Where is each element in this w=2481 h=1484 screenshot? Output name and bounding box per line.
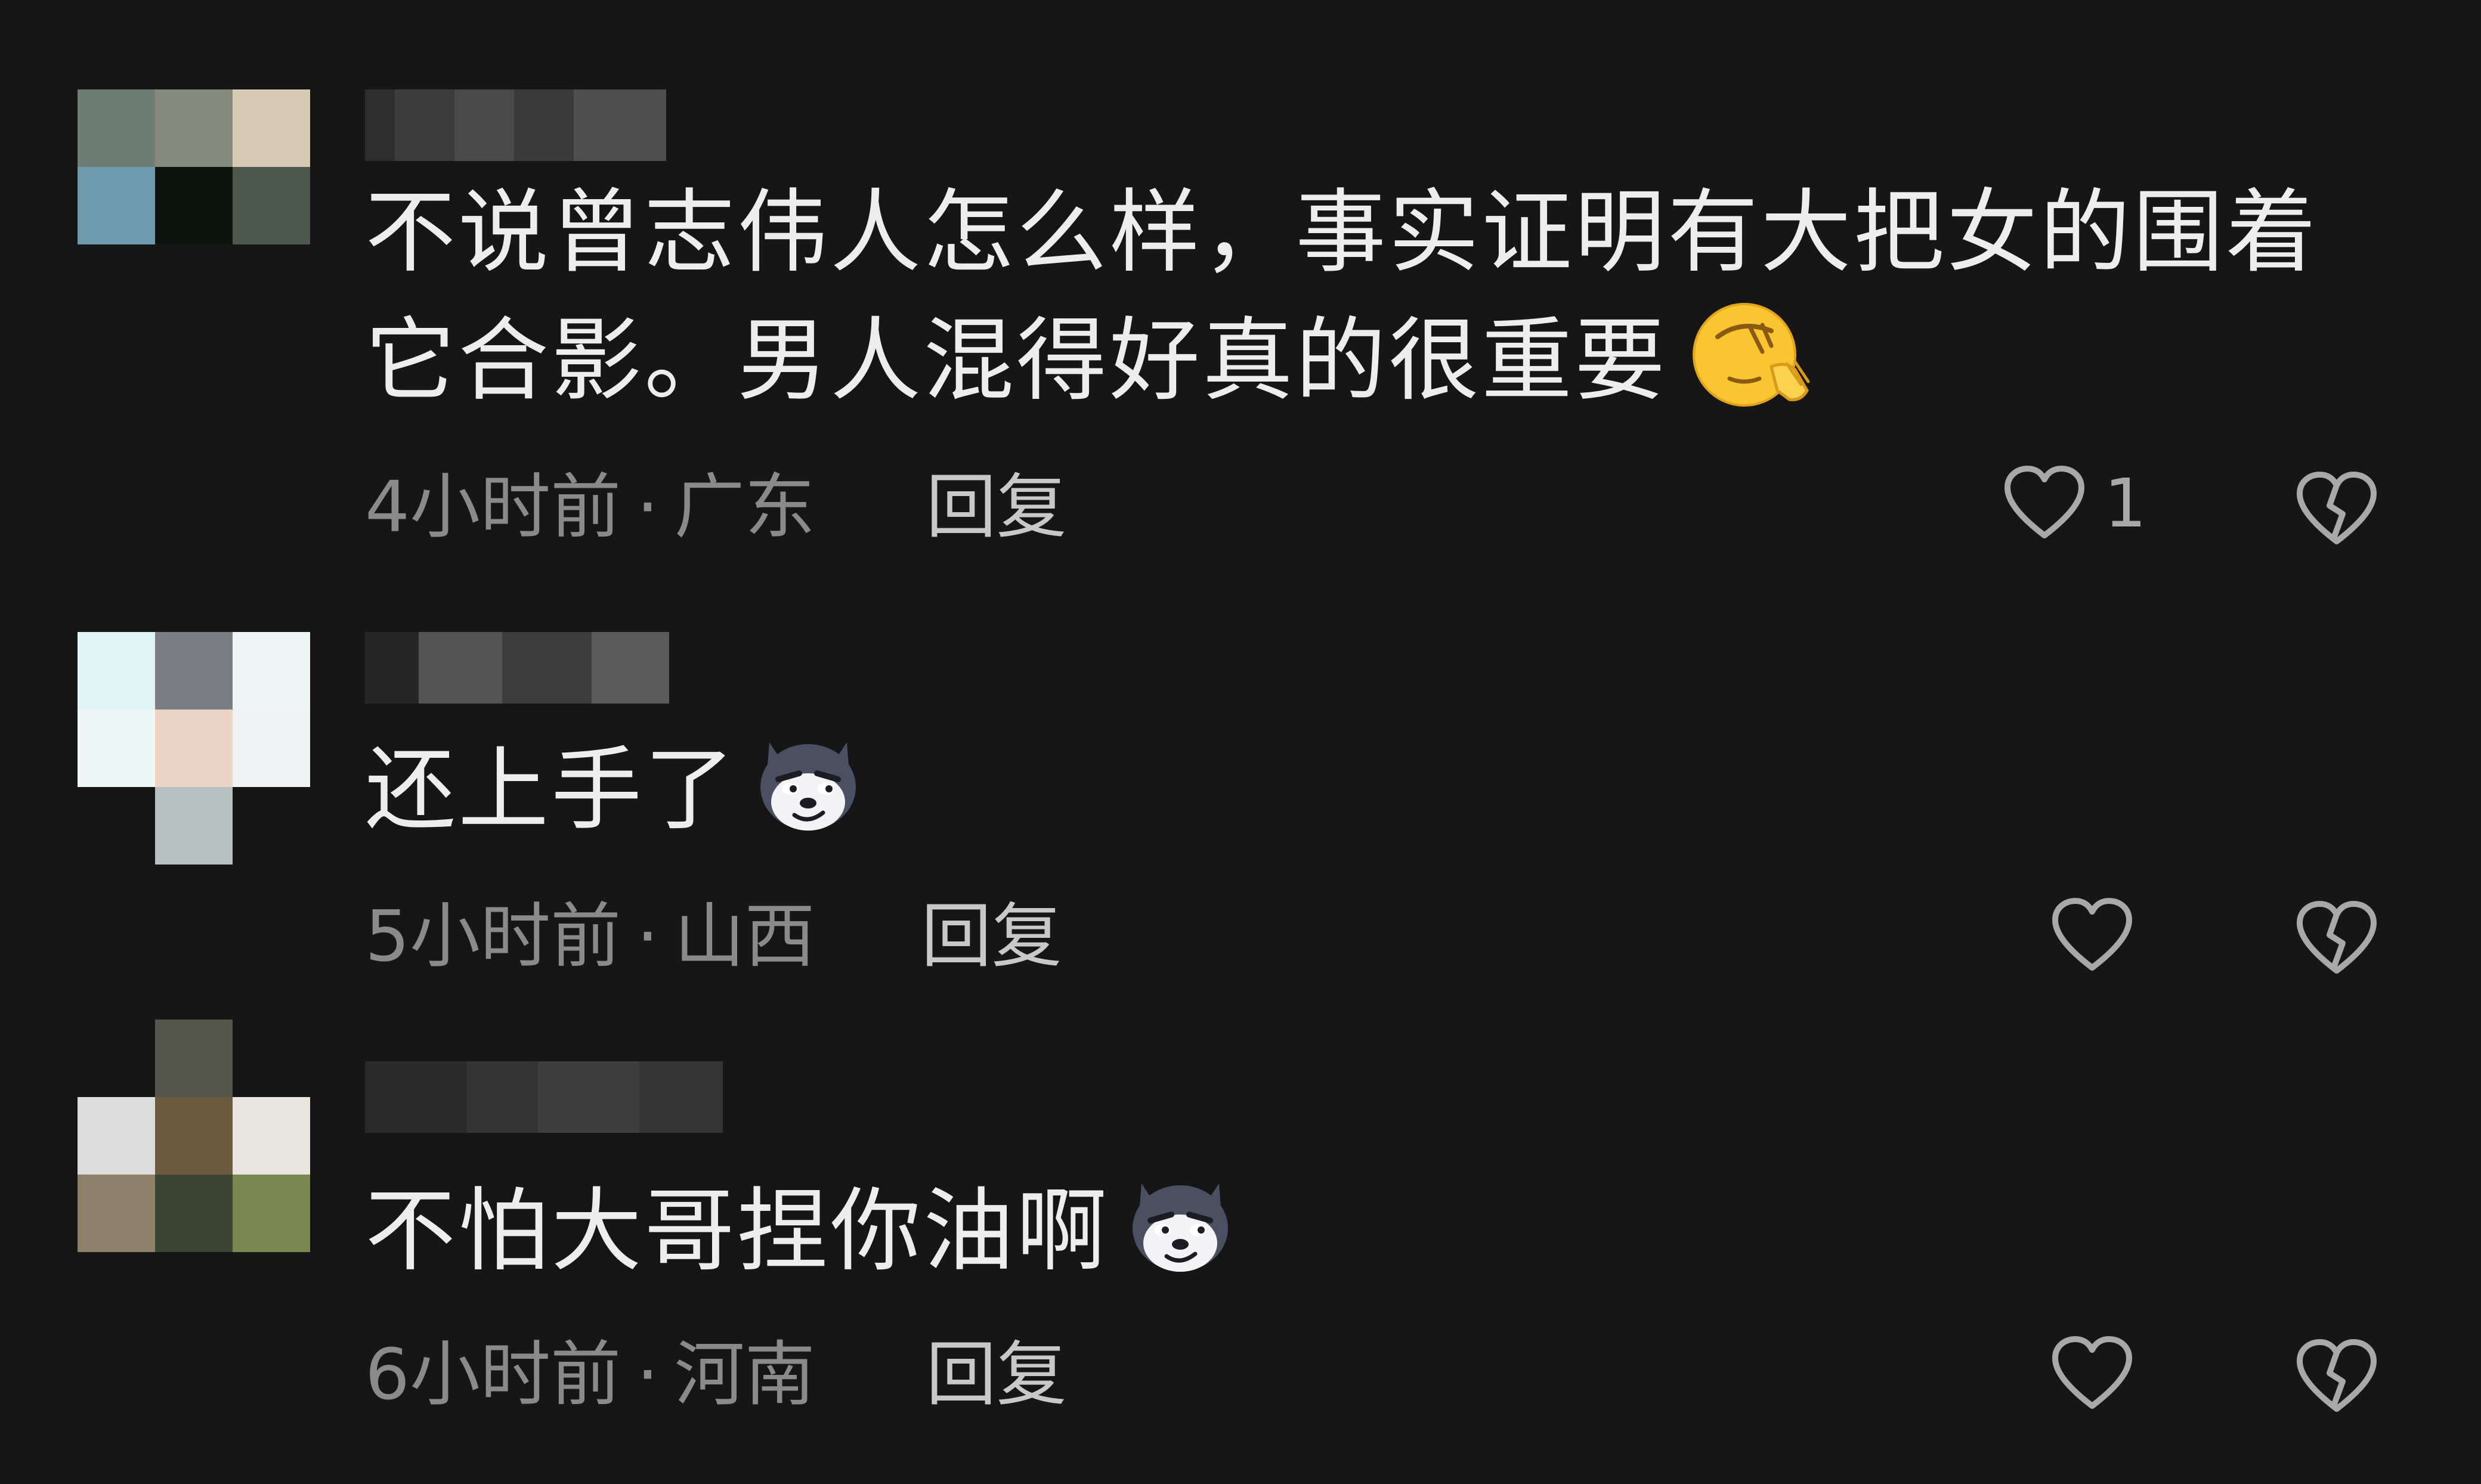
smug-husky-icon bbox=[1124, 1166, 1237, 1310]
meta-separator: · bbox=[636, 466, 659, 548]
avatar-mosaic-tile bbox=[155, 89, 233, 167]
avatar-mosaic-tile bbox=[233, 710, 310, 787]
comment-list: 不说曾志伟人怎么样，事实证明有大把女的围着它合影。男人混得好真的很重要 4小时前… bbox=[0, 0, 2481, 1484]
username-mosaic-tile bbox=[592, 632, 669, 704]
comment-time: 6小时前 bbox=[365, 1333, 621, 1415]
username-mosaic-tile bbox=[454, 89, 514, 161]
comment-meta: 5小时前 · 山西 回复 bbox=[365, 894, 1062, 978]
comment-location: 广东 bbox=[674, 466, 815, 548]
avatar-mosaic-tile bbox=[155, 710, 233, 787]
username-blurred[interactable] bbox=[365, 632, 669, 704]
comment-text-content: 不怕大哥捏你油啊 bbox=[365, 1178, 1109, 1284]
avatar-mosaic-tile bbox=[78, 787, 155, 865]
like-button[interactable] bbox=[2050, 1336, 2152, 1413]
comment-text-content: 还上手了 bbox=[365, 737, 737, 842]
comment-text-content: 不说曾志伟人怎么样，事实证明有大把女的围着它合影。男人混得好真的很重要 bbox=[365, 179, 2319, 413]
username-mosaic-tile bbox=[365, 1061, 466, 1133]
username-mosaic-tile bbox=[574, 89, 666, 161]
meta-separator: · bbox=[636, 895, 659, 977]
comment-location: 山西 bbox=[674, 895, 815, 977]
meta-separator: · bbox=[636, 1333, 659, 1415]
like-count: 1 bbox=[2104, 465, 2147, 543]
like-button[interactable]: 1 bbox=[2003, 465, 2146, 543]
avatar[interactable] bbox=[78, 89, 310, 322]
username-mosaic-tile bbox=[538, 1061, 639, 1133]
comment-location: 河南 bbox=[674, 1333, 815, 1415]
avatar-mosaic-tile bbox=[78, 244, 155, 322]
avatar-mosaic-tile bbox=[78, 1175, 155, 1252]
comment-text: 不说曾志伟人怎么样，事实证明有大把女的围着它合影。男人混得好真的很重要 bbox=[365, 170, 2393, 440]
username-blurred[interactable] bbox=[365, 1061, 723, 1133]
avatar[interactable] bbox=[78, 1020, 310, 1252]
reply-button[interactable]: 回复 bbox=[926, 1333, 1067, 1416]
comment-meta: 4小时前 · 广东 回复 bbox=[365, 465, 1067, 549]
comment-text: 不怕大哥捏你油啊 bbox=[365, 1166, 2393, 1310]
dislike-button[interactable] bbox=[2295, 471, 2378, 549]
avatar-mosaic-tile bbox=[233, 1020, 310, 1097]
avatar-mosaic-tile bbox=[155, 1020, 233, 1097]
avatar-mosaic-tile bbox=[233, 167, 310, 244]
dislike-button[interactable] bbox=[2295, 900, 2378, 978]
avatar-mosaic-tile bbox=[233, 787, 310, 865]
username-mosaic-tile bbox=[502, 632, 592, 704]
comment-time: 5小时前 bbox=[365, 895, 621, 977]
comment-time: 4小时前 bbox=[365, 466, 621, 548]
username-mosaic-tile bbox=[365, 89, 395, 161]
username-mosaic-tile bbox=[395, 89, 454, 161]
heart-icon bbox=[2052, 898, 2132, 971]
avatar-mosaic-tile bbox=[78, 89, 155, 167]
avatar[interactable] bbox=[78, 632, 310, 865]
broken-heart-icon bbox=[2297, 472, 2377, 544]
comment-meta: 6小时前 · 河南 回复 bbox=[365, 1333, 1067, 1416]
username-blurred[interactable] bbox=[365, 89, 666, 161]
avatar-mosaic-tile bbox=[78, 710, 155, 787]
comment-text: 还上手了 bbox=[365, 724, 2393, 869]
broken-heart-icon bbox=[2297, 901, 2377, 974]
smug-husky-icon bbox=[751, 724, 865, 869]
reply-button[interactable]: 回复 bbox=[926, 465, 1067, 549]
avatar-mosaic-tile bbox=[78, 167, 155, 244]
avatar-mosaic-tile bbox=[78, 1020, 155, 1097]
heart-icon bbox=[2052, 1336, 2132, 1409]
broken-heart-icon bbox=[2297, 1339, 2377, 1412]
username-mosaic-tile bbox=[639, 1061, 723, 1133]
avatar-mosaic-tile bbox=[78, 632, 155, 710]
avatar-mosaic-tile bbox=[233, 244, 310, 322]
avatar-mosaic-tile bbox=[155, 167, 233, 244]
like-button[interactable] bbox=[2050, 897, 2152, 975]
avatar-mosaic-tile bbox=[155, 632, 233, 710]
username-mosaic-tile bbox=[514, 89, 574, 161]
avatar-mosaic-tile bbox=[233, 632, 310, 710]
username-mosaic-tile bbox=[466, 1061, 538, 1133]
avatar-mosaic-tile bbox=[78, 1097, 155, 1175]
username-mosaic-tile bbox=[419, 632, 502, 704]
avatar-mosaic-tile bbox=[233, 1175, 310, 1252]
avatar-mosaic-tile bbox=[155, 244, 233, 322]
username-mosaic-tile bbox=[365, 632, 419, 704]
avatar-mosaic-tile bbox=[233, 89, 310, 167]
avatar-mosaic-tile bbox=[233, 1097, 310, 1175]
reply-button[interactable]: 回复 bbox=[921, 894, 1062, 978]
avatar-mosaic-tile bbox=[155, 1097, 233, 1175]
dislike-button[interactable] bbox=[2295, 1339, 2378, 1416]
heart-icon bbox=[2004, 466, 2084, 538]
avatar-mosaic-tile bbox=[155, 1175, 233, 1252]
face-with-hand-over-eyes-icon bbox=[1682, 295, 1825, 440]
avatar-mosaic-tile bbox=[155, 787, 233, 865]
